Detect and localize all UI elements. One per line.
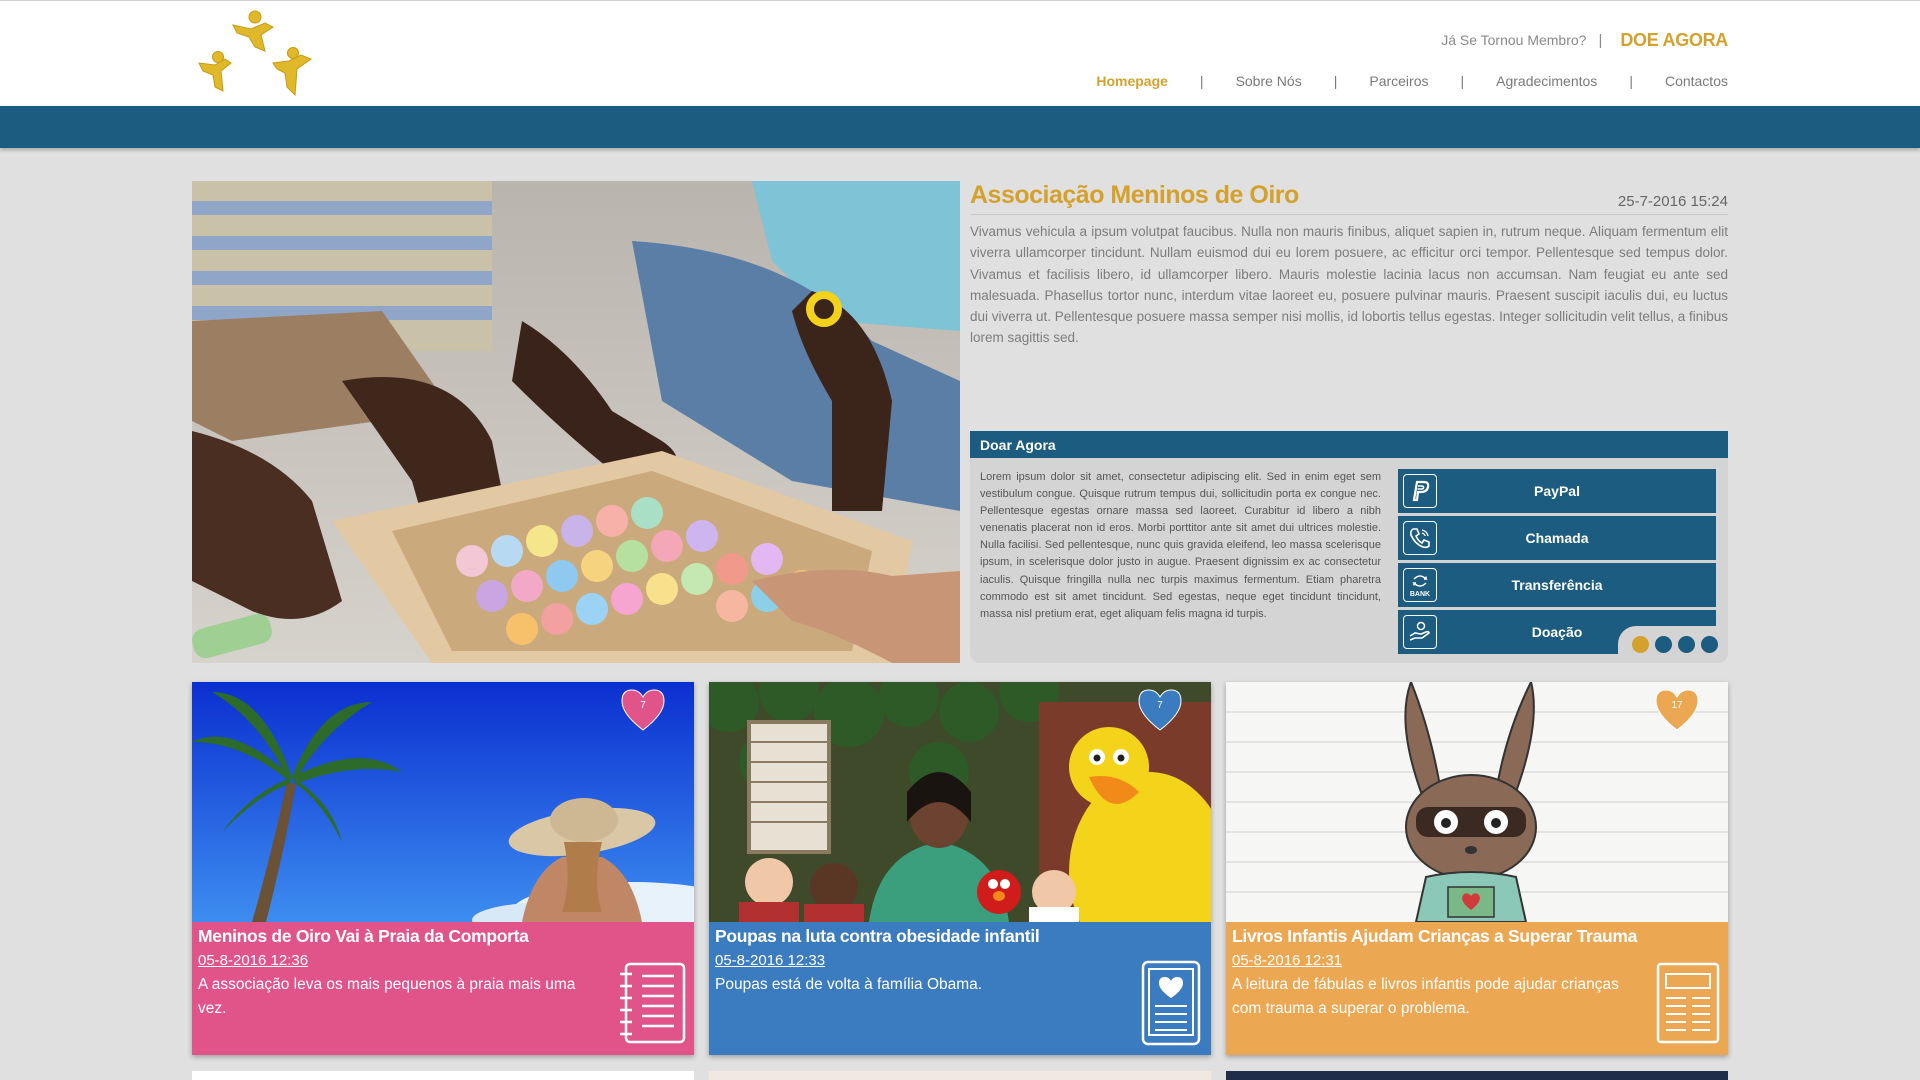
card-description: Poupas está de volta à família Obama.: [715, 976, 983, 993]
logo[interactable]: [193, 7, 315, 103]
article-header: Associação Meninos de Oiro 25-7-2016 15:…: [970, 181, 1728, 215]
slider-dot-4[interactable]: [1701, 636, 1718, 653]
paypal-button[interactable]: PayPal: [1398, 469, 1716, 513]
nav-item-parceiros[interactable]: Parceiros: [1369, 73, 1428, 89]
like-heart-icon[interactable]: 7: [618, 686, 668, 734]
like-count: 7: [640, 700, 646, 711]
site-header: Já Se Tornou Membro? | DOE AGORA Homepag…: [0, 0, 1920, 106]
like-heart-icon[interactable]: 17: [1652, 686, 1702, 734]
news-card-partial[interactable]: [709, 1071, 1211, 1080]
nav-item-contactos[interactable]: Contactos: [1665, 73, 1728, 89]
nav-item-homepage[interactable]: Homepage: [1096, 73, 1168, 89]
slider-dots: [1618, 626, 1728, 663]
tablet-heart-icon: [1141, 960, 1201, 1046]
card-body: Livros Infantis Ajudam Crianças a Supera…: [1226, 922, 1728, 1055]
top-links: Já Se Tornou Membro? | DOE AGORA: [1441, 27, 1728, 53]
card-body: Meninos de Oiro Vai à Praia da Comporta …: [192, 922, 694, 1055]
paypal-label: PayPal: [1534, 483, 1580, 499]
separator: |: [1598, 31, 1603, 49]
member-login-link[interactable]: Já Se Tornou Membro?: [1441, 32, 1586, 48]
bank-transfer-label: Transferência: [1511, 577, 1603, 593]
main-nav: Homepage | Sobre Nós | Parceiros | Agrad…: [1096, 73, 1728, 89]
newspaper-icon: [1656, 962, 1720, 1044]
donate-panel-title: Doar Agora: [970, 431, 1728, 458]
like-count: 17: [1671, 700, 1683, 711]
slider-dot-3[interactable]: [1678, 636, 1695, 653]
bank-transfer-icon: BANK: [1403, 568, 1437, 602]
card-description: A associação leva os mais pequenos à pra…: [198, 976, 576, 1017]
news-card-partial[interactable]: [1226, 1071, 1728, 1080]
slider-dot-2[interactable]: [1655, 636, 1672, 653]
nav-separator: |: [1460, 73, 1465, 89]
article-title[interactable]: Associação Meninos de Oiro: [970, 181, 1299, 210]
card-date[interactable]: 05-8-2016 12:33: [715, 952, 1205, 969]
card-date[interactable]: 05-8-2016 12:31: [1232, 952, 1722, 969]
card-title[interactable]: Meninos de Oiro Vai à Praia da Comporta: [198, 926, 688, 947]
news-card[interactable]: 7 Meninos de Oiro Vai à Praia da Comport…: [192, 682, 694, 1055]
donation-label: Doação: [1531, 624, 1583, 640]
nav-separator: |: [1629, 73, 1633, 89]
card-body: Poupas na luta contra obesidade infantil…: [709, 922, 1211, 1055]
card-description: A leitura de fábulas e livros infantis p…: [1232, 976, 1619, 1017]
news-card[interactable]: 7 Poupas na luta contra obesidade infant…: [709, 682, 1211, 1055]
donate-panel: Doar Agora Lorem ipsum dolor sit amet, c…: [970, 431, 1728, 663]
nav-separator: |: [1199, 73, 1204, 89]
hero-image: [192, 181, 960, 663]
like-heart-icon[interactable]: 7: [1135, 686, 1185, 734]
nav-item-agradecimentos[interactable]: Agradecimentos: [1496, 73, 1597, 89]
news-card-partial[interactable]: [192, 1071, 694, 1080]
paypal-icon: [1403, 474, 1437, 508]
call-button[interactable]: Chamada: [1398, 516, 1716, 560]
card-date[interactable]: 05-8-2016 12:36: [198, 952, 688, 969]
phone-icon: [1403, 521, 1437, 555]
article-date: 25-7-2016 15:24: [1617, 193, 1728, 210]
notebook-icon: [620, 962, 686, 1044]
call-label: Chamada: [1525, 530, 1589, 546]
donation-hand-icon: [1403, 615, 1437, 649]
slider-dot-1[interactable]: [1632, 636, 1649, 653]
featured-article: Associação Meninos de Oiro 25-7-2016 15:…: [970, 181, 1728, 349]
card-title[interactable]: Poupas na luta contra obesidade infantil: [715, 926, 1205, 947]
nav-item-sobre-nos[interactable]: Sobre Nós: [1236, 73, 1302, 89]
nav-separator: |: [1333, 73, 1338, 89]
like-count: 7: [1157, 700, 1163, 711]
bank-transfer-button[interactable]: BANK Transferência: [1398, 563, 1716, 607]
donate-description: Lorem ipsum dolor sit amet, consectetur …: [980, 471, 1381, 620]
news-card[interactable]: 17 Livros Infantis Ajudam Crianças a Sup…: [1226, 682, 1728, 1055]
bank-icon-text: BANK: [1410, 591, 1430, 598]
article-body: Vivamus vehicula a ipsum volutpat faucib…: [970, 224, 1728, 346]
header-band: [0, 106, 1920, 148]
card-title[interactable]: Livros Infantis Ajudam Crianças a Supera…: [1232, 926, 1722, 947]
donate-now-link[interactable]: DOE AGORA: [1620, 30, 1728, 51]
